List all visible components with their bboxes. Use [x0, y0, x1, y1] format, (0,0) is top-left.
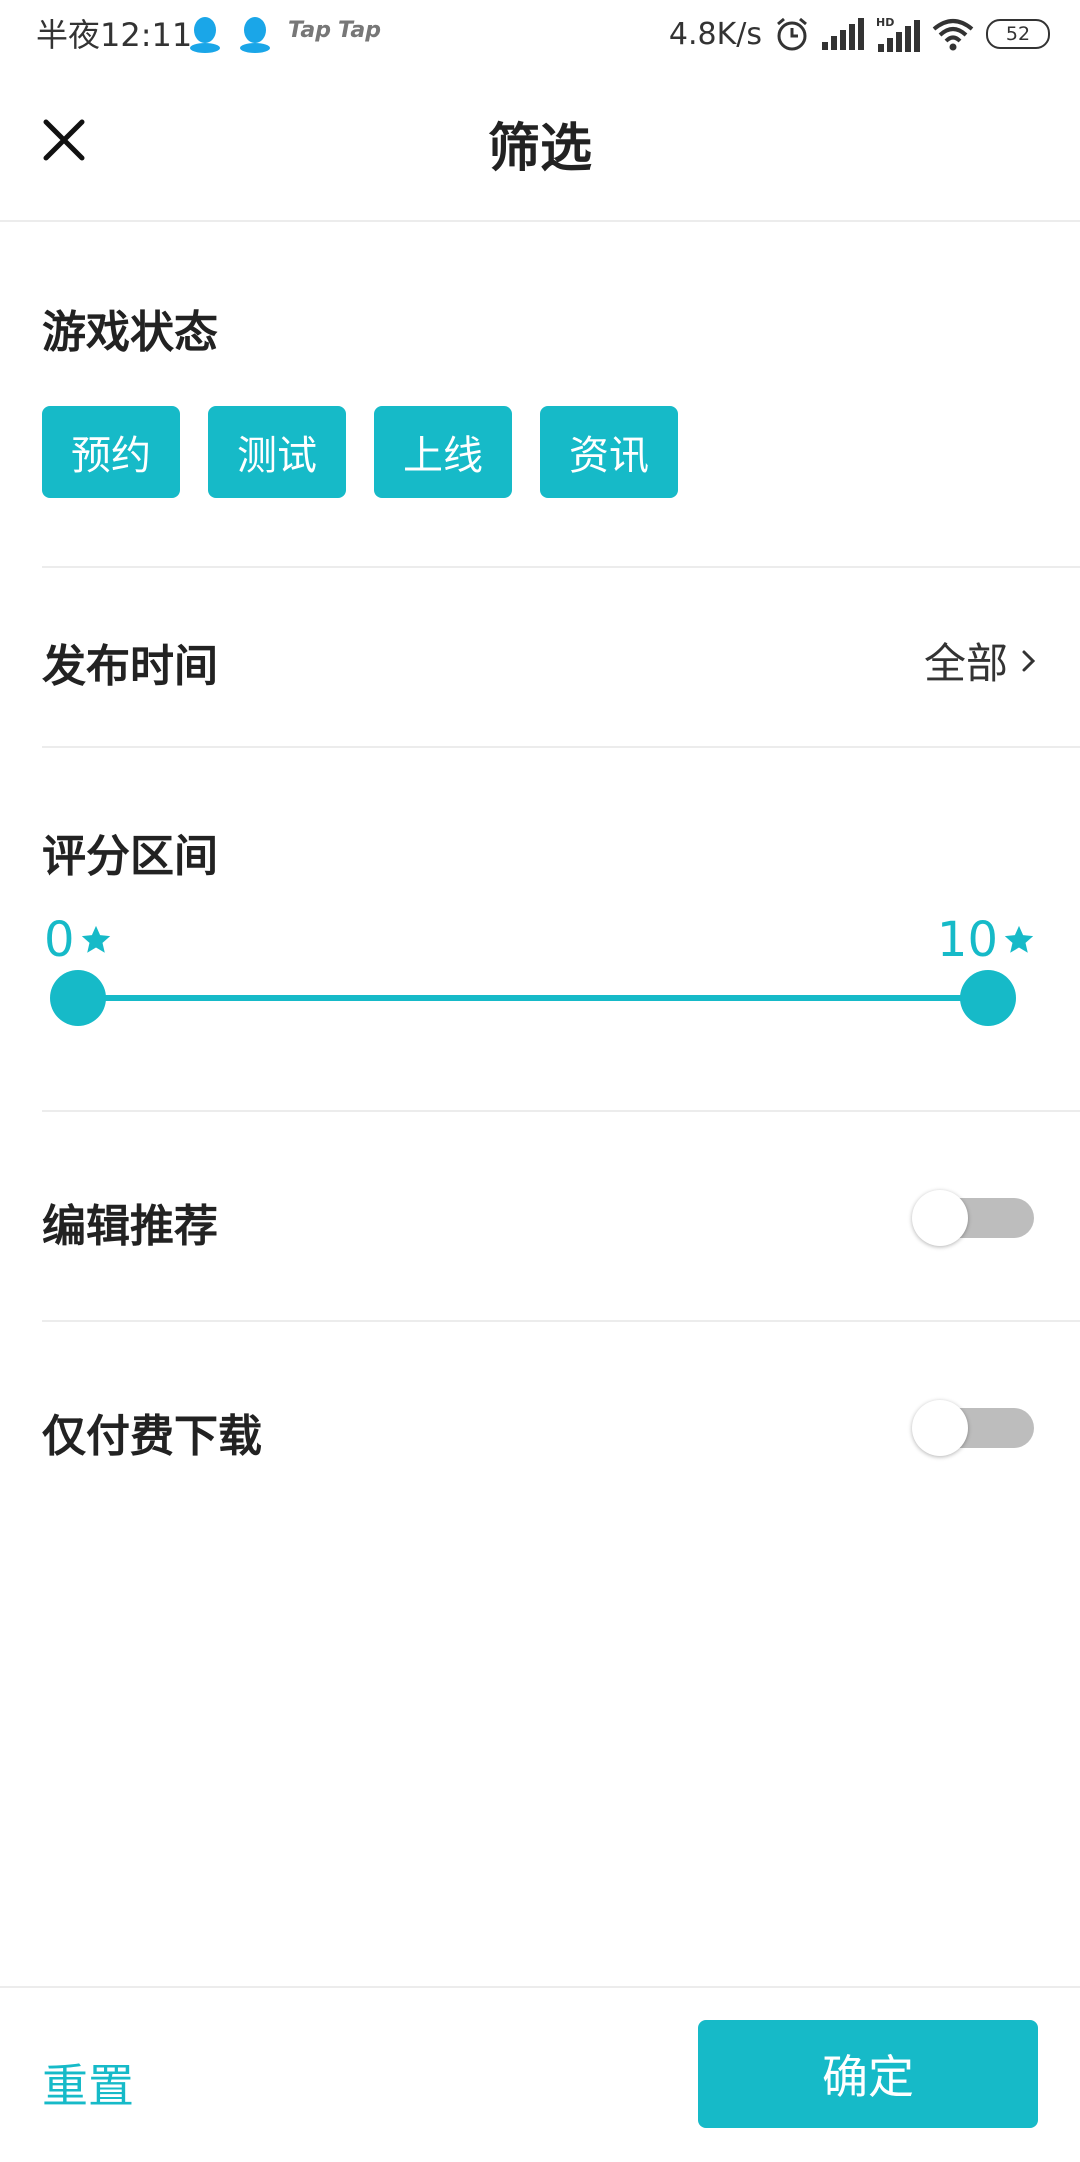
- tap-badge: Tap: [288, 18, 331, 43]
- header: 筛选: [0, 68, 1080, 222]
- switch-knob: [912, 1400, 968, 1456]
- rating-min-value: 0: [44, 912, 75, 968]
- publish-time-value-group[interactable]: 全部: [924, 630, 1038, 691]
- rating-slider-max-handle[interactable]: [960, 970, 1016, 1026]
- divider: [42, 746, 1080, 748]
- rating-slider-track[interactable]: [78, 995, 988, 1001]
- divider: [42, 1320, 1080, 1322]
- tag-reserve[interactable]: 预约: [42, 406, 180, 498]
- divider: [42, 566, 1080, 568]
- network-speed: 4.8K/s: [668, 16, 762, 52]
- signal-icon: [822, 18, 864, 50]
- editor-recommend-title: 编辑推荐: [42, 1201, 218, 1252]
- battery-level: 52: [1005, 23, 1031, 45]
- rating-range-title: 评分区间: [42, 831, 218, 882]
- chevron-right-icon: [1022, 650, 1036, 671]
- footer: 重置 确定: [0, 1986, 1080, 2162]
- hd-signal-icon: HD: [876, 16, 920, 52]
- game-status-tags: 预约 测试 上线 资讯: [42, 406, 678, 498]
- publish-time-value: 全部: [923, 639, 1008, 688]
- alarm-icon: [777, 17, 807, 51]
- qq-icon: [240, 17, 270, 53]
- paid-only-switch[interactable]: [912, 1400, 1034, 1456]
- reset-button[interactable]: 重置: [42, 2050, 134, 2116]
- tag-news[interactable]: 资讯: [540, 406, 678, 498]
- star-icon: [1004, 925, 1034, 953]
- status-time: 半夜12:11: [36, 16, 193, 54]
- switch-knob: [912, 1190, 968, 1246]
- star-icon: [81, 925, 110, 953]
- paid-only-title: 仅付费下载: [42, 1411, 262, 1462]
- wifi-icon: [932, 19, 974, 51]
- confirm-button[interactable]: 确定: [698, 2020, 1038, 2128]
- battery-icon: 52: [986, 19, 1050, 49]
- rating-max-label: 10: [937, 912, 1036, 968]
- publish-time-row[interactable]: 发布时间: [42, 630, 218, 694]
- publish-time-title: 发布时间: [42, 641, 218, 692]
- rating-max-value: 10: [936, 912, 998, 968]
- svg-text:HD: HD: [876, 16, 894, 29]
- tap-badge: Tap: [338, 18, 381, 43]
- qq-icon: [190, 17, 220, 53]
- status-bar: 半夜12:11 Tap Tap 4.8K/s HD 52: [0, 0, 1080, 68]
- rating-slider-min-handle[interactable]: [50, 970, 106, 1026]
- divider: [42, 1110, 1080, 1112]
- tag-test[interactable]: 测试: [208, 406, 346, 498]
- game-status-title: 游戏状态: [42, 307, 218, 358]
- status-right: 4.8K/s HD 52: [669, 10, 1050, 58]
- rating-min-label: 0: [44, 912, 113, 968]
- editor-recommend-switch[interactable]: [912, 1190, 1034, 1246]
- page-title: 筛选: [487, 119, 592, 179]
- tag-online[interactable]: 上线: [374, 406, 512, 498]
